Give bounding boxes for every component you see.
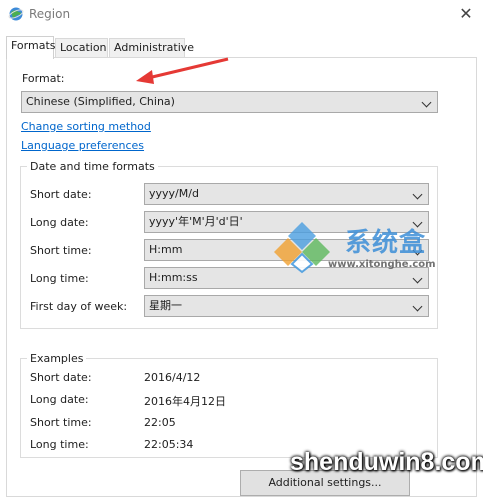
- chevron-down-icon: [412, 189, 423, 200]
- short-time-label: Short time:: [30, 244, 92, 257]
- example-short-time-label: Short time:: [30, 416, 92, 429]
- annotation-arrow-icon: [136, 57, 229, 84]
- first-day-of-week-value: 星期一: [149, 299, 182, 312]
- short-date-label: Short date:: [30, 188, 92, 201]
- tab-label: Formats: [11, 39, 56, 52]
- tab-label: Administrative: [114, 41, 195, 54]
- example-short-time-value: 22:05: [144, 416, 176, 429]
- long-time-label: Long time:: [30, 272, 89, 285]
- short-date-dropdown[interactable]: yyyy/M/d: [144, 183, 429, 205]
- long-date-label: Long date:: [30, 216, 89, 229]
- format-label: Format:: [22, 72, 65, 85]
- date-time-formats-title: Date and time formats: [27, 160, 158, 173]
- tab-location[interactable]: Location: [55, 38, 108, 57]
- language-preferences-link[interactable]: Language preferences: [21, 139, 144, 152]
- change-sorting-link[interactable]: Change sorting method: [21, 120, 151, 133]
- tab-label: Location: [60, 41, 107, 54]
- tab-administrative[interactable]: Administrative: [109, 38, 194, 57]
- format-value: Chinese (Simplified, China): [26, 95, 175, 108]
- tab-formats[interactable]: Formats: [6, 36, 56, 59]
- watermark-site-url: www.xitonghe.com: [328, 259, 436, 270]
- short-time-value: H:mm: [149, 243, 183, 256]
- example-short-date-value: 2016/4/12: [144, 371, 201, 384]
- globe-icon: [8, 7, 24, 21]
- example-long-date-value: 2016年4月12日: [144, 395, 226, 408]
- long-date-value: yyyy'年'M'月'd'日': [149, 215, 243, 228]
- title-bar: Region ✕: [0, 0, 483, 30]
- example-short-date-label: Short date:: [30, 371, 92, 384]
- watermark-logo-icon: [274, 222, 330, 274]
- example-long-date-label: Long date:: [30, 393, 89, 406]
- long-time-value: H:mm:ss: [149, 271, 198, 284]
- chevron-down-icon: [412, 301, 423, 312]
- examples-title: Examples: [27, 352, 87, 365]
- close-icon[interactable]: ✕: [452, 2, 480, 26]
- additional-settings-label: Additional settings...: [268, 476, 382, 489]
- watermark-bottom: shenduwin8.com: [290, 448, 483, 476]
- short-date-value: yyyy/M/d: [149, 187, 199, 200]
- chevron-down-icon: [421, 97, 432, 108]
- example-long-time-value: 22:05:34: [144, 438, 194, 451]
- chevron-down-icon: [412, 273, 423, 284]
- watermark-site-cn: 系统盒: [345, 228, 427, 258]
- example-long-time-label: Long time:: [30, 438, 89, 451]
- window-title: Region: [29, 7, 71, 21]
- first-day-of-week-dropdown[interactable]: 星期一: [144, 295, 429, 317]
- format-dropdown[interactable]: Chinese (Simplified, China): [21, 91, 438, 113]
- first-day-of-week-label: First day of week:: [30, 300, 128, 313]
